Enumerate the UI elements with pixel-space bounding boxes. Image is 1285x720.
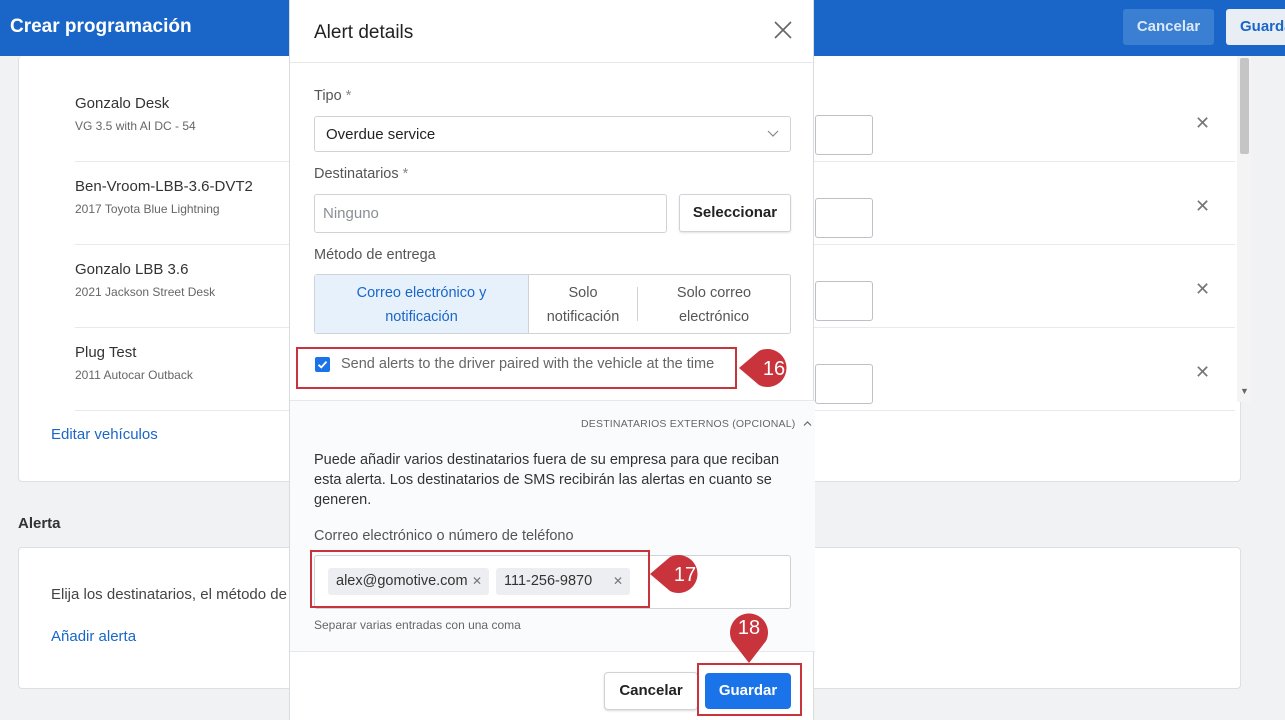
vehicle-field[interactable] — [815, 198, 873, 238]
page-title: Crear programación — [10, 16, 192, 37]
external-recipients-toggle[interactable]: DESTINATARIOS EXTERNOS (OPCIONAL) — [581, 418, 812, 430]
step-marker-17: 17 — [650, 555, 698, 593]
recipients-label: Destinatarios * — [314, 166, 409, 182]
step-number: 17 — [674, 564, 696, 586]
recipients-input[interactable] — [314, 194, 667, 233]
delivery-option-line: Solo correo — [676, 285, 752, 301]
contact-help-text: Separar varias entradas con una coma — [314, 618, 521, 632]
delivery-option-line: Solo — [568, 285, 598, 301]
modal-title: Alert details — [314, 22, 414, 43]
vehicle-detail: 2021 Jackson Street Desk — [75, 285, 216, 299]
delivery-method-label: Método de entrega — [314, 247, 436, 263]
remove-vehicle-icon[interactable]: ✕ — [1195, 196, 1210, 217]
alert-description: Elija los destinatarios, el método de — [51, 586, 287, 603]
step-number: 16 — [763, 358, 785, 380]
step-number: 18 — [738, 617, 760, 639]
remove-vehicle-icon[interactable]: ✕ — [1195, 279, 1210, 300]
delivery-option-line: notificación — [385, 309, 458, 325]
step-marker-18: 18 — [730, 613, 768, 663]
header-cancel-button[interactable]: Cancelar — [1123, 9, 1214, 45]
type-label: Tipo * — [314, 88, 352, 104]
chevron-up-icon — [803, 421, 812, 426]
delivery-method-segmented-control: Correo electrónico y notificación Solo n… — [314, 274, 791, 334]
delivery-option-email-and-notification[interactable]: Correo electrónico y notificación — [315, 275, 529, 333]
external-recipients-description: Puede añadir varios destinatarios fuera … — [314, 452, 780, 508]
vehicle-field[interactable] — [815, 115, 873, 155]
vehicle-field[interactable] — [815, 281, 873, 321]
type-select[interactable]: Overdue service — [314, 116, 791, 152]
close-icon[interactable] — [771, 18, 795, 42]
contact-label: Correo electrónico o número de teléfono — [314, 528, 574, 544]
vehicle-name: Plug Test — [75, 344, 137, 361]
vehicle-detail: VG 3.5 with AI DC - 54 — [75, 119, 196, 133]
select-recipients-button[interactable]: Seleccionar — [679, 194, 791, 232]
alert-section-heading: Alerta — [18, 515, 61, 532]
step-marker-16: 16 — [739, 349, 787, 387]
delivery-option-notification-only[interactable]: Solo notificación — [529, 275, 637, 333]
scroll-down-arrow-icon[interactable]: ▼ — [1240, 386, 1249, 396]
vehicle-name: Ben-Vroom-LBB-3.6-DVT2 — [75, 178, 253, 195]
highlight-box-driver-checkbox — [296, 347, 737, 389]
vehicle-detail: 2011 Autocar Outback — [75, 368, 193, 382]
delivery-option-line: notificación — [546, 309, 620, 325]
vehicle-name: Gonzalo LBB 3.6 — [75, 261, 189, 278]
highlight-box-contact-tags — [310, 550, 650, 608]
remove-vehicle-icon[interactable]: ✕ — [1195, 362, 1210, 383]
highlight-box-save-button — [697, 663, 802, 716]
add-alert-link[interactable]: Añadir alerta — [51, 628, 136, 645]
delivery-option-line: Correo electrónico y — [356, 285, 487, 301]
type-value: Overdue service — [326, 126, 436, 143]
scrollbar-thumb[interactable] — [1240, 58, 1249, 154]
vehicle-field[interactable] — [815, 364, 873, 404]
modal-cancel-button[interactable]: Cancelar — [604, 672, 698, 710]
edit-vehicles-link[interactable]: Editar vehículos — [51, 426, 158, 443]
vehicle-detail: 2017 Toyota Blue Lightning — [75, 202, 220, 216]
delivery-option-email-only[interactable]: Solo correo electrónico — [638, 275, 790, 333]
vehicle-name: Gonzalo Desk — [75, 95, 170, 112]
divider — [290, 62, 815, 63]
header-save-button[interactable]: Guardar — [1226, 9, 1285, 45]
remove-vehicle-icon[interactable]: ✕ — [1195, 113, 1210, 134]
chevron-down-icon — [767, 130, 779, 137]
delivery-option-line: electrónico — [678, 309, 750, 325]
